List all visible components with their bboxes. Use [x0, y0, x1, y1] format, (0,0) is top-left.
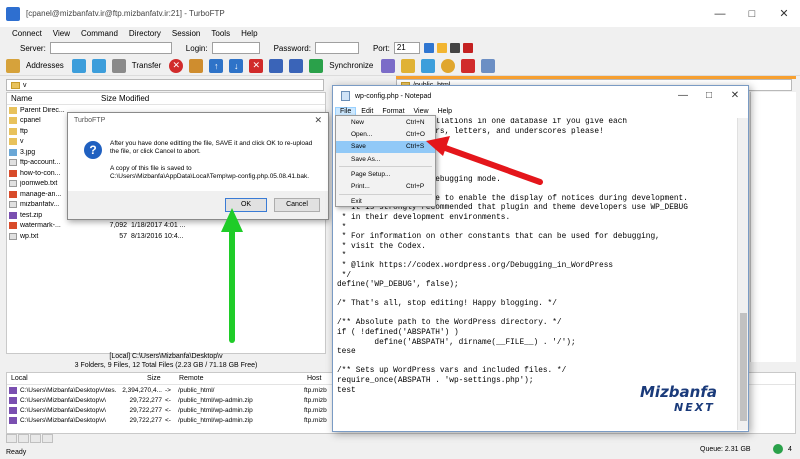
green-arrow-icon — [221, 208, 243, 343]
turboftp-window: [cpanel@mizbanfatv.ir@ftp.mizbanfatv.ir:… — [0, 0, 800, 459]
brand-logo: Mizbanfa NEXT — [640, 383, 752, 425]
brand-tag: NEXT — [674, 401, 715, 414]
brand-name: Mizbanfa — [640, 383, 717, 401]
red-arrow-icon — [426, 136, 543, 185]
